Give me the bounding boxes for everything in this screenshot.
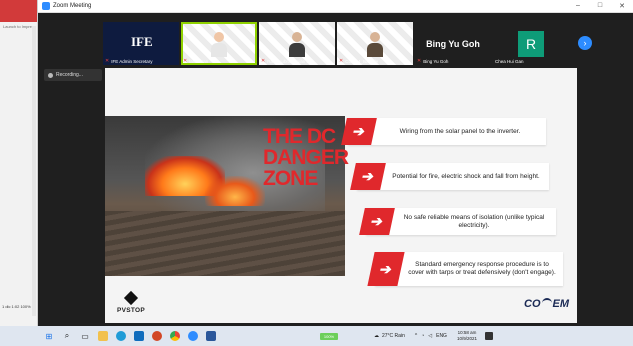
slide-point: ➔ Potential for fire, electric shock and… — [350, 163, 549, 190]
notification-icon[interactable] — [484, 332, 493, 340]
system-tray[interactable]: ^ ◔ ◁ ENG — [415, 333, 447, 339]
pvstop-label: PVSTOP — [116, 307, 146, 314]
taskbar-clock[interactable]: 10:58 am 10/9/2021 — [457, 330, 477, 342]
maximize-button[interactable]: □ — [589, 2, 611, 10]
battery-indicator[interactable]: 100% — [320, 332, 338, 340]
background-browser-window: Launch to Impre 1 dlc 1:02 100% — [0, 0, 38, 326]
participant-tile[interactable]: IFE ✕ IFE Admin Secretary — [103, 22, 179, 65]
coem-logo: CO EM — [524, 298, 569, 310]
slide-headline: THE DC DANGER ZONE — [263, 125, 349, 190]
shared-slide: THE DC DANGER ZONE ➔ Wiring from the sol… — [105, 68, 577, 323]
slide-point: ➔ Standard emergency response procedure … — [367, 252, 563, 286]
slide-point-text: Wiring from the solar panel to the inver… — [399, 127, 521, 135]
weather-widget[interactable]: ☁ 27°C Rain — [374, 333, 405, 339]
participant-name: Chea Hui Gan — [495, 59, 524, 64]
muted-mic-icon: ✕ — [183, 58, 188, 64]
powerpoint-icon[interactable] — [152, 331, 162, 341]
participant-name: Ramasubramanian M — [267, 58, 311, 64]
pvstop-logo: PVSTOP — [111, 290, 151, 314]
zoom-window: Zoom Meeting – □ ✕ IFE ✕ IFE Admin Secret… — [38, 0, 633, 326]
slide-point-text: Potential for fire, electric shock and f… — [392, 172, 540, 180]
close-button[interactable]: ✕ — [611, 2, 633, 10]
recording-label: Recording... — [56, 72, 83, 78]
muted-mic-icon: ✕ — [261, 58, 266, 64]
gallery-next-arrow-icon[interactable]: › — [578, 36, 592, 50]
participant-video — [211, 32, 227, 57]
record-dot-icon — [48, 72, 53, 78]
recording-indicator[interactable]: Recording... — [44, 69, 102, 81]
participant-name: CO-EM_Isabelle — [345, 58, 379, 64]
muted-mic-icon: ✕ — [339, 58, 344, 64]
chevron-up-icon[interactable]: ^ — [415, 333, 417, 339]
file-explorer-icon[interactable] — [98, 331, 108, 341]
search-icon[interactable]: ⌕ — [62, 331, 72, 341]
browser-scrollbar[interactable] — [32, 26, 36, 316]
ife-logo: IFE — [131, 34, 153, 49]
coem-logo-part: EM — [552, 298, 570, 310]
participant-tile[interactable]: ✕ CO-EM_Isabelle — [337, 22, 413, 65]
muted-mic-icon: ✕ — [105, 58, 110, 64]
participant-name: IFE Admin Secretary — [111, 58, 153, 64]
coem-swoosh-icon — [541, 298, 552, 304]
participant-tile-active-speaker[interactable]: ✕ lan Foran — [181, 22, 257, 65]
window-title: Zoom Meeting — [53, 3, 92, 9]
slide-point-text: Standard emergency response procedure is… — [408, 261, 556, 276]
participant-name: lan Foran — [189, 58, 209, 64]
clock-date: 10/9/2021 — [456, 336, 477, 341]
browser-tab-text: Launch to Impre — [3, 24, 32, 29]
zoom-taskbar-icon[interactable] — [188, 331, 198, 341]
language-indicator[interactable]: ENG — [436, 333, 447, 339]
weather-text: 27°C Rain — [382, 333, 405, 339]
cloud-rain-icon: ☁ — [374, 333, 379, 339]
pvstop-diamond-icon — [123, 290, 139, 306]
participant-gallery: IFE ✕ IFE Admin Secretary ✕ lan Foran ✕ Ram… — [103, 22, 569, 65]
word-icon[interactable] — [206, 331, 216, 341]
outlook-icon[interactable] — [134, 331, 144, 341]
screen: Launch to Impre 1 dlc 1:02 100% Zoom Mee… — [0, 0, 633, 346]
minimize-button[interactable]: – — [567, 2, 589, 10]
edge-icon[interactable] — [116, 331, 126, 341]
red-arrow-icon: ➔ — [341, 118, 377, 145]
slide-point-text: No safe reliable means of isolation (unl… — [403, 213, 545, 229]
red-arrow-icon: ➔ — [359, 208, 395, 235]
browser-footer-status: 1 dlc 1:02 100% — [2, 304, 31, 309]
participant-name: Bing Yu Goh — [423, 58, 449, 64]
coem-logo-part: CO — [524, 298, 541, 310]
participant-tile[interactable]: ✕ Ramasubramanian M — [259, 22, 335, 65]
windows-taskbar: ⊞ ⌕ ▭ 100% ☁ 27°C Rain ^ ◔ ◁ ENG 10:58 a… — [0, 326, 633, 346]
chrome-icon[interactable] — [170, 331, 180, 341]
zoom-app-icon — [42, 2, 50, 10]
red-arrow-icon: ➔ — [367, 252, 405, 286]
participant-video — [289, 32, 305, 57]
participant-video — [367, 32, 383, 57]
participant-avatar: R — [518, 30, 544, 57]
wifi-icon[interactable]: ◔ — [421, 333, 424, 339]
browser-tab-bar[interactable] — [0, 0, 37, 22]
slide-point: ➔ Wiring from the solar panel to the inv… — [341, 118, 546, 145]
windows-start-icon[interactable]: ⊞ — [44, 331, 54, 341]
volume-icon[interactable]: ◁ — [428, 333, 432, 339]
participant-tile[interactable]: Bing Yu Goh ✕ Bing Yu Goh — [415, 22, 491, 65]
slide-point: ➔ No safe reliable means of isolation (u… — [359, 208, 556, 235]
task-view-icon[interactable]: ▭ — [80, 331, 90, 341]
zoom-titlebar: Zoom Meeting – □ ✕ — [38, 0, 633, 13]
muted-mic-icon: ✕ — [417, 58, 422, 64]
participant-tile[interactable]: R Chea Hui Gan — [493, 22, 569, 65]
red-arrow-icon: ➔ — [350, 163, 386, 190]
participant-display-name: Bing Yu Goh — [426, 38, 480, 49]
